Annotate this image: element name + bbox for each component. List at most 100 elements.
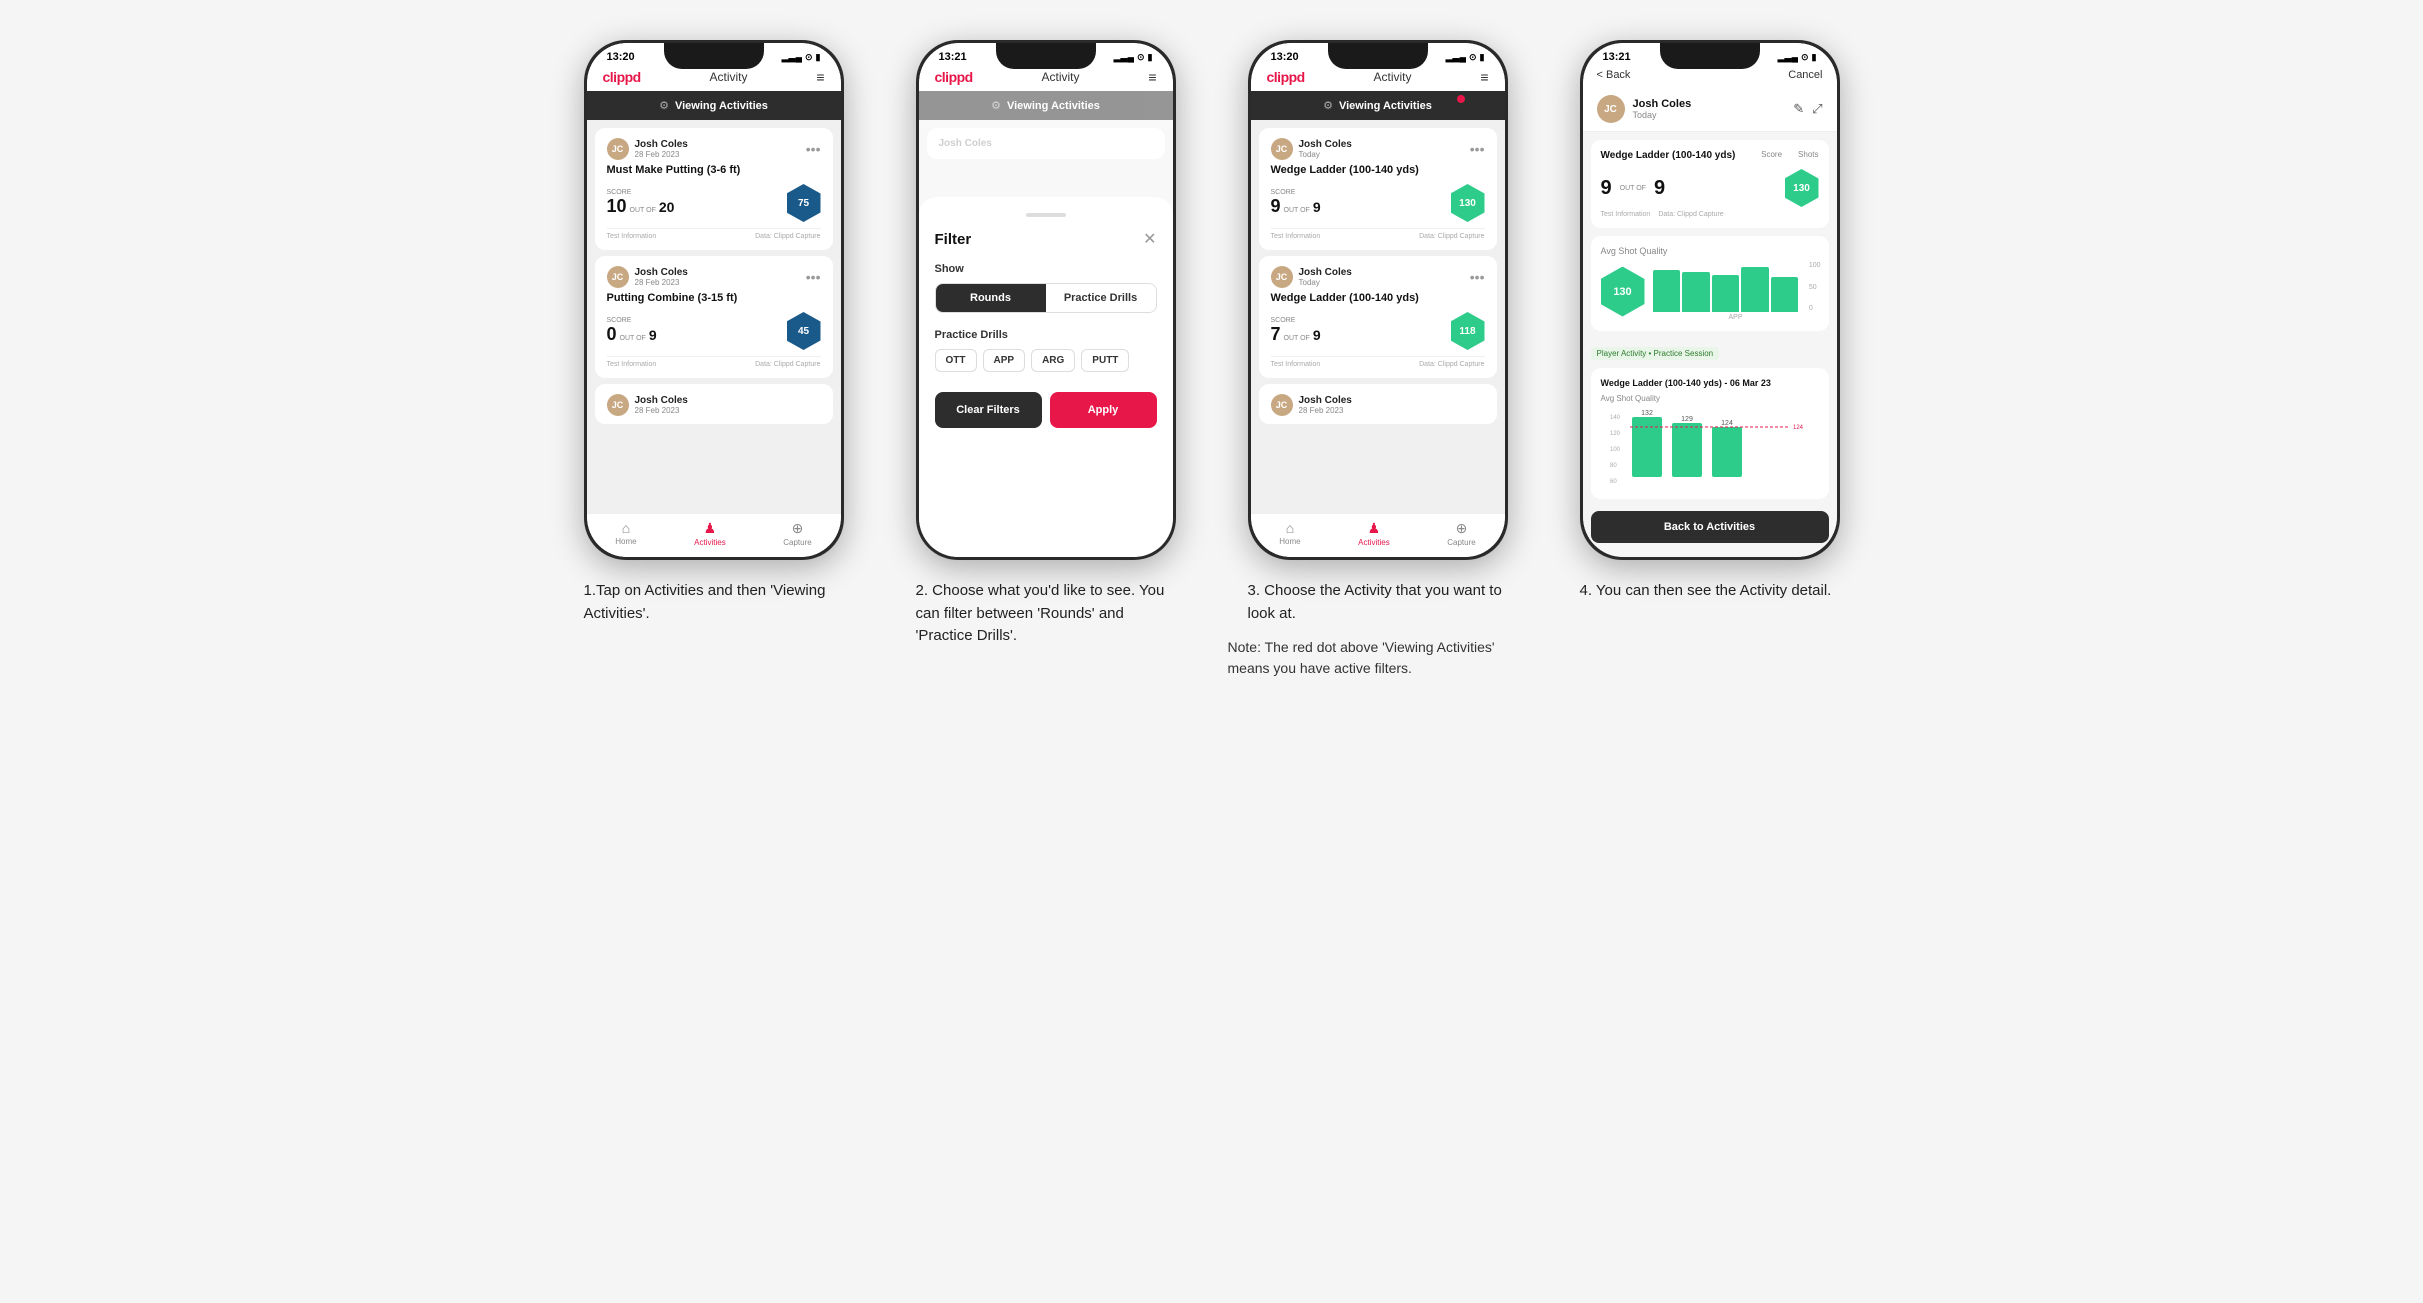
viewing-banner-3[interactable]: ⚙ Viewing Activities (1251, 91, 1505, 120)
activity-card-3-1[interactable]: JC Josh Coles Today ••• Wedge Ladder (10… (1259, 128, 1497, 250)
card-dots-1-2[interactable]: ••• (806, 269, 821, 285)
apply-btn-2[interactable]: Apply (1050, 392, 1157, 428)
hex-value-3-1: 130 (1459, 198, 1476, 209)
practice-drills-label-2: Practice Drills (935, 329, 1157, 341)
stat-value-row-3-1: 9 OUT OF 9 (1271, 196, 1321, 217)
filter-close-btn-2[interactable]: ✕ (1143, 229, 1156, 249)
bottom-tabs-1: ⌂ Home ♟ Activities ⊕ Capture (587, 513, 841, 557)
detail-shots-val-4: 9 (1654, 177, 1665, 200)
card-user-row-1-3: JC Josh Coles 28 Feb 2023 (607, 394, 688, 416)
cancel-btn-4[interactable]: Cancel (1788, 69, 1822, 81)
stat-shots-1-2: 9 (649, 327, 657, 343)
step-4-column: 13:21 ▂▃▄ ⊙ ▮ < Back Cancel JC (1560, 40, 1860, 679)
tab-capture-label-3: Capture (1447, 538, 1475, 547)
filter-show-label-2: Show (935, 263, 1157, 275)
chip-app-2[interactable]: APP (983, 349, 1026, 372)
activity-card-1-1[interactable]: JC Josh Coles 28 Feb 2023 ••• Must Make … (595, 128, 833, 250)
card-stats-1-1: Score 10 OUT OF 20 75 (607, 184, 821, 222)
viewing-banner-2[interactable]: ⚙ Viewing Activities (919, 91, 1173, 120)
score-label-4: Score (1761, 150, 1782, 159)
activity-card-1-2[interactable]: JC Josh Coles 28 Feb 2023 ••• Putting Co… (595, 256, 833, 378)
session-badge-4: Player Activity • Practice Session (1591, 347, 1720, 360)
viewing-banner-1[interactable]: ⚙ Viewing Activities (587, 91, 841, 120)
expand-icon-4[interactable]: ⤢ (1812, 101, 1822, 117)
logo-1: clippd (603, 69, 641, 85)
step-1-column: 13:20 ▂▃▄ ⊙ ▮ clippd Activity ≡ ⚙ View (564, 40, 864, 679)
back-btn-4[interactable]: < Back (1597, 69, 1631, 81)
avatar-1-3: JC (607, 394, 629, 416)
svg-text:124: 124 (1721, 420, 1733, 427)
toggle-practice-drills-2[interactable]: Practice Drills (1046, 284, 1156, 312)
chip-ott-2[interactable]: OTT (935, 349, 977, 372)
filter-icon-2: ⚙ (991, 99, 1001, 112)
tab-capture-label-1: Capture (783, 538, 811, 547)
detail-avatar-4: JC (1597, 95, 1625, 123)
phone-2-screen: 13:21 ▂▃▄ ⊙ ▮ clippd Activity ≡ ⚙ View (919, 43, 1173, 557)
avg-sq-content-4: 130 100 50 0 (1601, 262, 1819, 321)
back-to-activities-btn-4[interactable]: Back to Activities (1591, 511, 1829, 543)
stat-outof-3-1: OUT OF (1284, 207, 1310, 214)
tab-activities-3[interactable]: ♟ Activities (1358, 520, 1390, 547)
menu-icon-3[interactable]: ≡ (1480, 69, 1488, 85)
card-header-1-3: JC Josh Coles 28 Feb 2023 (607, 394, 821, 416)
card-dots-3-1[interactable]: ••• (1470, 141, 1485, 157)
phone-1-screen: 13:20 ▂▃▄ ⊙ ▮ clippd Activity ≡ ⚙ View (587, 43, 841, 557)
detail-hex-4: 130 (1785, 169, 1819, 207)
detail-footer-4: Test Information Data: Clippd Capture (1601, 211, 1819, 218)
page-container: 13:20 ▂▃▄ ⊙ ▮ clippd Activity ≡ ⚙ View (512, 40, 1912, 679)
tab-capture-1[interactable]: ⊕ Capture (783, 520, 811, 547)
shot-quality-hex-1-1: 75 (787, 184, 821, 222)
shot-quality-hex-3-2: 118 (1451, 312, 1485, 350)
detail-hex-shape-4: 130 (1785, 169, 1819, 207)
activity-title-4: Wedge Ladder (100-140 yds) - 06 Mar 23 (1601, 378, 1819, 388)
battery-icon-1: ▮ (816, 52, 821, 63)
filter-modal-2: Filter ✕ Show Rounds Practice Drills Pra… (919, 197, 1173, 557)
filter-chips-row-2: OTT APP ARG PUTT (935, 349, 1157, 372)
activity-card-3-2[interactable]: JC Josh Coles Today ••• Wedge Ladder (10… (1259, 256, 1497, 378)
time-2: 13:21 (939, 51, 967, 63)
footer-left-3-2: Test Information (1271, 361, 1321, 368)
tab-home-3[interactable]: ⌂ Home (1279, 520, 1300, 547)
chart-bar-4-1 (1653, 270, 1681, 313)
tab-capture-3[interactable]: ⊕ Capture (1447, 520, 1475, 547)
svg-text:120: 120 (1610, 431, 1621, 437)
stat-score-value-1-1: 10 OUT OF 20 (607, 196, 675, 217)
wifi-icon-3: ⊙ (1469, 52, 1477, 63)
edit-icon-4[interactable]: ✎ (1793, 101, 1804, 117)
tab-activities-1[interactable]: ♟ Activities (694, 520, 726, 547)
menu-icon-1[interactable]: ≡ (816, 69, 824, 85)
toggle-rounds-2[interactable]: Rounds (936, 284, 1046, 312)
card-user-name-1-2: Josh Coles (635, 267, 688, 278)
detail-user-section-4: JC Josh Coles Today ✎ ⤢ (1583, 87, 1837, 132)
menu-icon-2[interactable]: ≡ (1148, 69, 1156, 85)
signal-icon-1: ▂▃▄ (782, 52, 802, 63)
stat-outof-1-2: OUT OF (620, 335, 646, 342)
stat-outof-3-2: OUT OF (1284, 335, 1310, 342)
stat-main-3-1: 9 (1271, 196, 1281, 217)
detail-score-labels-4: Score Shots (1761, 150, 1818, 159)
card-user-name-3-1: Josh Coles (1299, 139, 1352, 150)
chip-putt-2[interactable]: PUTT (1081, 349, 1129, 372)
shot-quality-hex-3-1: 130 (1451, 184, 1485, 222)
card-user-info-1-2: Josh Coles 28 Feb 2023 (635, 267, 688, 287)
chart-bars-4 (1653, 262, 1819, 312)
tab-home-label-3: Home (1279, 537, 1300, 546)
card-user-row-3-2: JC Josh Coles Today (1271, 266, 1352, 288)
screen-content-1: JC Josh Coles 28 Feb 2023 ••• Must Make … (587, 120, 841, 513)
battery-icon-2: ▮ (1148, 52, 1153, 63)
detail-outof-4: OUT OF (1620, 185, 1646, 192)
signal-icon-4: ▂▃▄ (1778, 52, 1798, 63)
y-labels-4: 100 50 0 (1809, 262, 1821, 312)
tab-home-1[interactable]: ⌂ Home (615, 520, 636, 547)
card-footer-1-2: Test Information Data: Clippd Capture (607, 356, 821, 368)
card-dots-1-1[interactable]: ••• (806, 141, 821, 157)
chip-arg-2[interactable]: ARG (1031, 349, 1075, 372)
card-user-date-3-1: Today (1299, 150, 1352, 159)
bg-card-2: Josh Coles (927, 128, 1165, 159)
card-dots-3-2[interactable]: ••• (1470, 269, 1485, 285)
footer-right-3-2: Data: Clippd Capture (1419, 361, 1484, 368)
svg-text:124: 124 (1793, 425, 1804, 431)
card-title-3-1: Wedge Ladder (100-140 yds) (1271, 164, 1485, 176)
caption-3: 3. Choose the Activity that you want to … (1248, 580, 1508, 625)
clear-filters-btn-2[interactable]: Clear Filters (935, 392, 1042, 428)
